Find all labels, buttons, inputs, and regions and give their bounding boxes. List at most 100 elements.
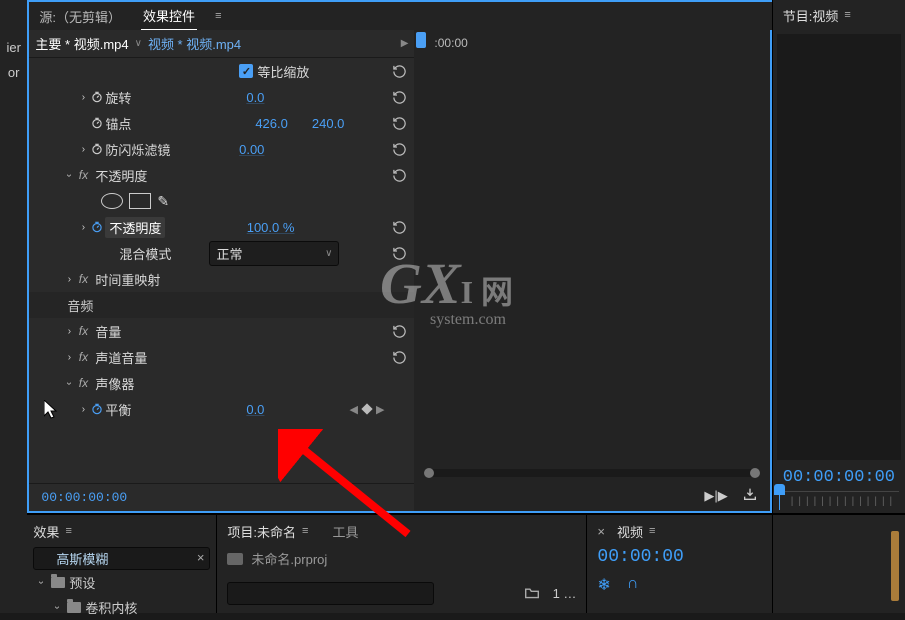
rect-mask-icon[interactable]: [129, 193, 151, 209]
program-playhead-icon[interactable]: [779, 490, 780, 510]
row-time-remap: › fx 时间重映射: [29, 266, 414, 292]
program-title[interactable]: 节目:视频: [783, 6, 839, 25]
sequence-clip-strip[interactable]: [891, 531, 899, 601]
project-panel-title[interactable]: 项目:未命名: [227, 522, 296, 541]
rotation-value[interactable]: 0.0: [246, 90, 414, 105]
fx-badge-icon[interactable]: fx: [75, 168, 91, 182]
keyframe-nav: ◀ ▶: [349, 403, 384, 416]
pen-mask-icon[interactable]: ✎: [157, 193, 169, 210]
effects-panel-title[interactable]: 效果: [33, 522, 59, 541]
new-bin-icon[interactable]: [523, 585, 541, 602]
time-remap-label: 时间重映射: [95, 270, 160, 289]
twirl-icon[interactable]: ›: [63, 352, 75, 363]
anchor-y-value[interactable]: 240.0: [312, 116, 345, 131]
opacity-value[interactable]: 100.0 %: [247, 220, 415, 235]
blend-mode-dropdown[interactable]: 正常 ∨: [209, 241, 339, 266]
fx-badge-icon[interactable]: fx: [75, 376, 91, 390]
linked-selection-icon[interactable]: ∩: [627, 575, 639, 595]
sequence-title[interactable]: 视频: [617, 522, 643, 541]
panel-menu-icon[interactable]: ≡: [844, 13, 850, 17]
ellipse-mask-icon[interactable]: [101, 193, 123, 209]
panel-menu-icon[interactable]: ≡: [65, 529, 71, 533]
twirl-icon[interactable]: ›: [63, 326, 75, 337]
reset-button[interactable]: [390, 348, 408, 366]
twirl-icon[interactable]: ›: [77, 92, 89, 103]
fx-badge-icon[interactable]: fx: [75, 272, 91, 286]
uniform-scale-checkbox[interactable]: ✓: [239, 64, 253, 78]
reset-button[interactable]: [390, 62, 408, 80]
mask-shape-row: ✎: [29, 188, 414, 214]
twirl-icon[interactable]: ›: [77, 404, 89, 415]
twirl-open-icon[interactable]: ›: [64, 377, 75, 389]
loop-playback-icon[interactable]: ▶|▶: [704, 488, 727, 504]
reset-button[interactable]: [390, 140, 408, 158]
add-keyframe-icon[interactable]: [361, 403, 372, 414]
effect-controls-properties: 主要 * 视频.mp4 ∨ 视频 * 视频.mp4 ▶ ✓ 等比缩放: [29, 30, 414, 511]
folder-icon: [51, 577, 65, 588]
bin-icon[interactable]: [227, 553, 243, 565]
prev-keyframe-icon[interactable]: ◀: [349, 403, 357, 416]
program-ruler[interactable]: ||||||||||||||: [779, 491, 899, 513]
reset-button[interactable]: [390, 322, 408, 340]
opacity-group-label: 不透明度: [95, 166, 147, 185]
presets-folder[interactable]: › 预设: [33, 570, 210, 595]
playhead-icon[interactable]: [416, 32, 426, 48]
panel-menu-icon[interactable]: ≡: [302, 529, 308, 533]
anchor-x-value[interactable]: 426.0: [255, 116, 288, 131]
chevron-down-icon: ∨: [325, 248, 332, 259]
audio-section-header: 音频: [29, 292, 414, 318]
fx-badge-icon[interactable]: fx: [75, 324, 91, 338]
balance-label: 平衡: [105, 400, 131, 419]
instance-clip-name[interactable]: 视频 * 视频.mp4: [148, 34, 241, 53]
timecode-bar: 00:00:00:00: [29, 483, 414, 511]
row-panner: › fx 声像器: [29, 370, 414, 396]
panel-menu-icon[interactable]: ≡: [215, 14, 221, 18]
twirl-icon[interactable]: ›: [63, 274, 75, 285]
sequence-timecode[interactable]: 00:00:00: [597, 547, 761, 567]
panel-menu-icon[interactable]: ≡: [649, 529, 655, 533]
program-viewer[interactable]: [777, 34, 901, 460]
effect-controls-timeline[interactable]: :00:00 ▶|▶: [414, 30, 771, 511]
folder-icon: [67, 602, 81, 613]
row-uniform-scale: ✓ 等比缩放: [29, 58, 414, 84]
tab-effect-controls[interactable]: 效果控件: [141, 2, 197, 31]
export-frame-icon[interactable]: [742, 486, 758, 505]
stopwatch-icon[interactable]: [89, 219, 105, 235]
scroll-handle-right[interactable]: [750, 468, 760, 478]
current-timecode[interactable]: 00:00:00:00: [41, 490, 127, 505]
timeline-scrollbar[interactable]: [424, 469, 759, 477]
twirl-open-icon[interactable]: ›: [64, 169, 75, 181]
stopwatch-icon[interactable]: [89, 141, 105, 157]
play-only-icon[interactable]: ▶: [401, 38, 415, 49]
snap-icon[interactable]: ❄: [597, 575, 610, 595]
next-keyframe-icon[interactable]: ▶: [376, 403, 384, 416]
reset-button[interactable]: [390, 244, 408, 262]
balance-value[interactable]: 0.0: [246, 402, 414, 417]
program-timecode[interactable]: 00:00:00:00: [773, 464, 905, 491]
stopwatch-icon[interactable]: [89, 89, 105, 105]
tab-source[interactable]: 源:（无剪辑）: [37, 3, 123, 30]
row-rotation: › 旋转 0.0: [29, 84, 414, 110]
project-search-input[interactable]: [227, 582, 434, 605]
row-blend-mode: 混合模式 正常 ∨: [29, 240, 414, 266]
close-tab-icon[interactable]: ×: [597, 524, 605, 539]
convolution-folder[interactable]: › 卷积内核: [33, 595, 210, 620]
tools-tab[interactable]: 工具: [332, 522, 358, 541]
scroll-handle-left[interactable]: [424, 468, 434, 478]
reset-button[interactable]: [390, 218, 408, 236]
audio-header-label: 音频: [67, 296, 93, 315]
fx-badge-icon[interactable]: fx: [75, 350, 91, 364]
reset-button[interactable]: [390, 166, 408, 184]
stopwatch-icon[interactable]: [89, 115, 105, 131]
master-clip-name[interactable]: 主要 * 视频.mp4: [35, 34, 128, 53]
reset-button[interactable]: [390, 88, 408, 106]
reset-button[interactable]: [390, 114, 408, 132]
row-balance: › 平衡 0.0 ◀ ▶: [29, 396, 414, 422]
stopwatch-icon[interactable]: [89, 401, 105, 417]
clear-search-icon[interactable]: ×: [197, 550, 205, 565]
effects-search-input[interactable]: [33, 547, 210, 570]
twirl-icon[interactable]: ›: [77, 144, 89, 155]
twirl-icon[interactable]: ›: [77, 222, 89, 233]
anti-flicker-value[interactable]: 0.00: [239, 142, 414, 157]
opacity-label: 不透明度: [105, 217, 165, 238]
